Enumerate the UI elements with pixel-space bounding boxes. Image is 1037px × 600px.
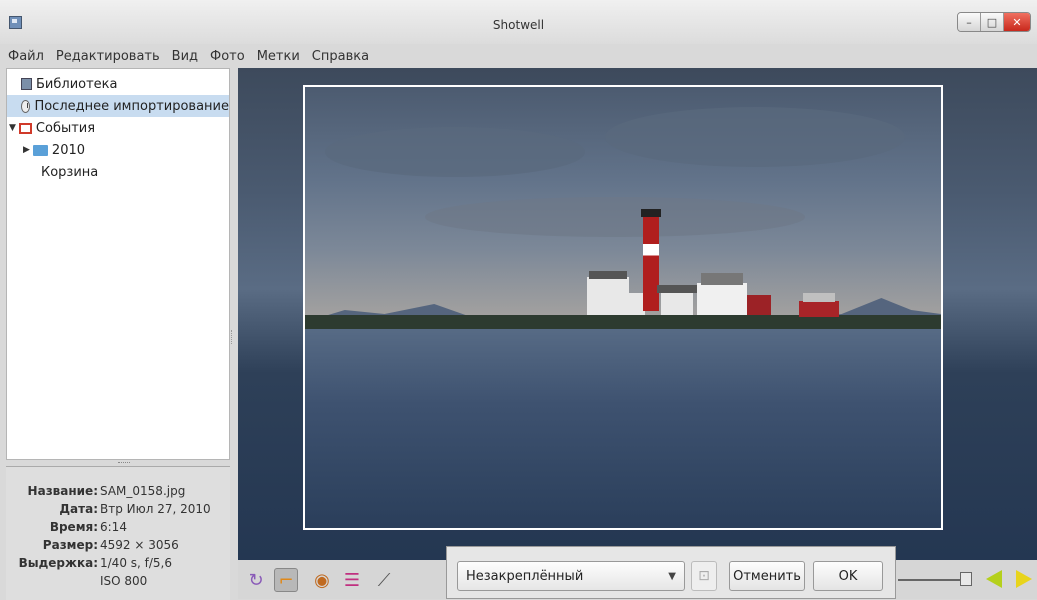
- minimize-button[interactable]: –: [958, 13, 981, 31]
- close-button[interactable]: ✕: [1004, 13, 1030, 31]
- metadata-row-title: Название: SAM_0158.jpg: [6, 484, 230, 502]
- minimize-icon: –: [966, 15, 972, 29]
- metadata-row-time: Время: 6:14: [6, 520, 230, 538]
- sidebar-item-2010[interactable]: ▶ 2010: [23, 139, 85, 161]
- crop-button[interactable]: ⌐: [274, 568, 298, 592]
- metadata-panel: Название: SAM_0158.jpg Дата: Втр Июл 27,…: [6, 462, 230, 600]
- red-eye-icon: ◉: [314, 569, 330, 591]
- sidebar-item-last-import[interactable]: Последнее импортирование: [7, 95, 229, 117]
- splitter-grip[interactable]: [231, 330, 235, 344]
- menu-bar: Файл Редактировать Вид Фото Метки Справк…: [0, 44, 1037, 68]
- enhance-button[interactable]: ⟋: [372, 568, 396, 592]
- next-photo-icon[interactable]: [1016, 570, 1032, 588]
- photo-water: [305, 319, 941, 528]
- expand-arrow-icon[interactable]: ▼: [9, 123, 16, 133]
- metadata-label: Дата:: [59, 502, 98, 516]
- crop-region[interactable]: [303, 85, 943, 530]
- sidebar-item-library[interactable]: Библиотека: [21, 73, 118, 95]
- zoom-slider[interactable]: [898, 579, 960, 581]
- rotate-icon: ↻: [248, 569, 264, 591]
- metadata-row-iso: ISO 800: [6, 574, 230, 592]
- metadata-value: SAM_0158.jpg: [100, 484, 186, 498]
- sidebar-item-events[interactable]: ▼ События: [9, 117, 95, 139]
- maximize-icon: □: [986, 15, 998, 29]
- folder-icon: [32, 144, 48, 156]
- crop-toolbar-popup: Незакреплённый ▼ ⊡ Отменить OK: [446, 546, 896, 599]
- adjust-button[interactable]: ☰: [340, 568, 364, 592]
- sidebar: Библиотека Последнее импортирование ▼ Со…: [6, 68, 230, 460]
- metadata-label: Время:: [49, 520, 98, 534]
- metadata-row-size: Размер: 4592 × 3056: [6, 538, 230, 556]
- sidebar-splitter[interactable]: [230, 68, 238, 460]
- menu-tags[interactable]: Метки: [251, 49, 306, 64]
- metadata-label: Выдержка:: [18, 556, 98, 570]
- sidebar-item-label: Последнее импортирование: [34, 98, 229, 114]
- sidebar-item-label: Корзина: [41, 164, 99, 180]
- cancel-button[interactable]: Отменить: [729, 561, 805, 591]
- metadata-value: Втр Июл 27, 2010: [100, 502, 211, 516]
- window-title: Shotwell: [492, 18, 545, 32]
- dropdown-value: Незакреплённый: [466, 568, 584, 584]
- sidebar-item-label: 2010: [51, 142, 86, 158]
- metadata-label: Размер:: [42, 538, 98, 552]
- metadata-value: 1/40 s, f/5,6: [100, 556, 172, 570]
- enhance-icon: ⟋: [377, 569, 391, 591]
- sidebar-item-trash[interactable]: Корзина: [41, 161, 98, 183]
- metadata-row-date: Дата: Втр Июл 27, 2010: [6, 502, 230, 520]
- window-controls: – □ ✕: [957, 12, 1031, 32]
- adjust-icon: ☰: [343, 569, 361, 591]
- maximize-button[interactable]: □: [981, 13, 1004, 31]
- panel-resize-grip[interactable]: [118, 462, 130, 466]
- crop-constraint-dropdown[interactable]: Незакреплённый ▼: [457, 561, 685, 591]
- zoom-slider-knob[interactable]: [960, 572, 972, 586]
- menu-photo[interactable]: Фото: [204, 49, 251, 64]
- sidebar-item-label: События: [35, 120, 96, 136]
- menu-file[interactable]: Файл: [0, 49, 50, 64]
- metadata-row-exposure: Выдержка: 1/40 s, f/5,6: [6, 556, 230, 574]
- sidebar-item-label: Библиотека: [36, 76, 118, 92]
- pivot-icon: ⊡: [698, 568, 710, 584]
- metadata-value: ISO 800: [100, 574, 148, 588]
- red-eye-button[interactable]: ◉: [310, 568, 334, 592]
- clock-icon: [21, 99, 31, 113]
- library-icon: [21, 78, 32, 90]
- close-icon: ✕: [1012, 15, 1022, 29]
- chevron-down-icon: ▼: [668, 571, 676, 582]
- ok-button[interactable]: OK: [813, 561, 883, 591]
- crop-icon: ⌐: [278, 569, 294, 591]
- photo-viewer[interactable]: [238, 68, 1037, 560]
- previous-photo-icon[interactable]: [986, 570, 1002, 588]
- metadata-label: Название:: [27, 484, 98, 498]
- pivot-crop-button[interactable]: ⊡: [691, 561, 717, 591]
- title-bar: Shotwell – □ ✕: [0, 0, 1037, 44]
- rotate-button[interactable]: ↻: [244, 568, 268, 592]
- metadata-value: 6:14: [100, 520, 127, 534]
- menu-edit[interactable]: Редактировать: [50, 49, 166, 64]
- events-icon: [18, 122, 32, 134]
- menu-view[interactable]: Вид: [166, 49, 204, 64]
- collapse-arrow-icon[interactable]: ▶: [23, 145, 30, 155]
- menu-help[interactable]: Справка: [306, 49, 375, 64]
- photo-island: [305, 315, 941, 329]
- photo-lighthouse: [643, 215, 659, 311]
- metadata-value: 4592 × 3056: [100, 538, 179, 552]
